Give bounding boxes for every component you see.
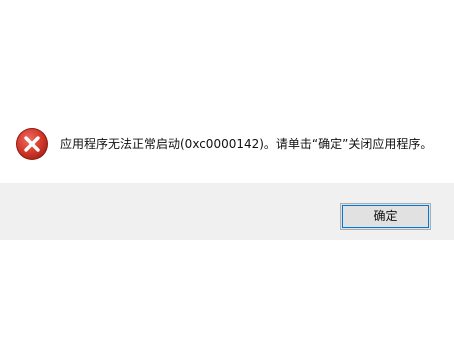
error-dialog: 应用程序无法正常启动(0xc0000142)。请单击“确定”关闭应用程序。 确定: [0, 0, 454, 340]
error-message: 应用程序无法正常启动(0xc0000142)。请单击“确定”关闭应用程序。: [60, 137, 433, 151]
ok-button-label: 确定: [373, 209, 398, 223]
dialog-content: 应用程序无法正常启动(0xc0000142)。请单击“确定”关闭应用程序。: [0, 0, 454, 183]
dialog-blank-area: [0, 240, 454, 340]
ok-button[interactable]: 确定: [340, 203, 431, 230]
error-icon: [15, 127, 49, 161]
